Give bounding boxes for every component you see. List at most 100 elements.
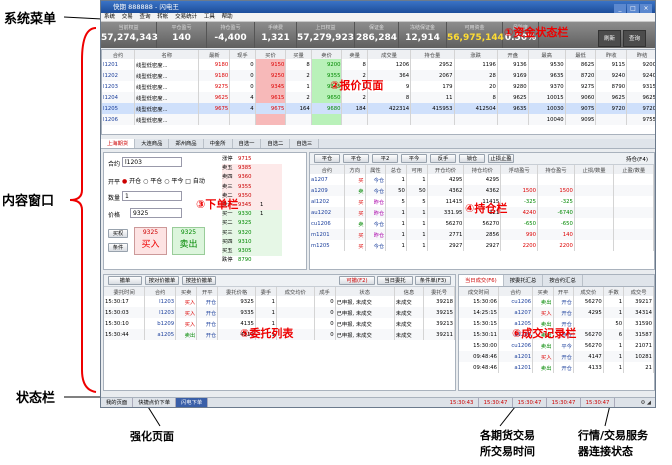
position-action-button[interactable]: 反手: [430, 154, 456, 163]
column-header[interactable]: 状态: [335, 287, 395, 296]
column-header[interactable]: 买卖: [532, 287, 554, 296]
column-header[interactable]: 涨跌: [454, 50, 498, 59]
refresh-button[interactable]: 刷新: [598, 30, 621, 47]
quote-row[interactable]: l1206 线型低密度... 10040 9095 9755: [102, 114, 655, 125]
position-action-button[interactable]: 平仓: [314, 154, 340, 163]
position-action-button[interactable]: 平仓: [343, 154, 369, 163]
entrust-action-button[interactable]: 撤单: [108, 276, 142, 285]
open-radio-group[interactable]: ● 开仓 ○ 平仓 ○ 平今 □ 自动: [122, 176, 205, 185]
entrust-row[interactable]: 15:30:17 l1203 买入 开仓 9325 1 0 已申报, 未成交 未成交 39218: [104, 296, 455, 307]
page-tab[interactable]: 快捷点价下单: [133, 398, 176, 407]
ladder-row[interactable]: 涨停 9715: [222, 155, 282, 164]
position-row[interactable]: cu1206 卖今仓 1 1 56270 56270 -650 -650: [310, 218, 654, 229]
open-option[interactable]: 开仓: [129, 178, 141, 185]
position-action-button[interactable]: 平2: [372, 154, 398, 163]
column-header[interactable]: 委托号: [423, 287, 455, 296]
column-header[interactable]: 手数: [603, 287, 625, 296]
deal-tab[interactable]: 按合约汇总: [543, 275, 583, 286]
position-row[interactable]: m1201 买昨仓 1 1 2771 2856 990 140: [310, 229, 654, 240]
ladder-row[interactable]: 买三 9320: [222, 228, 282, 238]
column-header[interactable]: 委托价格: [217, 287, 256, 296]
close-option[interactable]: 平仓: [150, 178, 162, 185]
column-header[interactable]: 成交号: [623, 287, 654, 296]
column-header[interactable]: 成手: [314, 287, 336, 296]
menu-system[interactable]: 系统: [104, 14, 115, 20]
menu-stats[interactable]: 交易统计: [175, 14, 197, 20]
page-tab[interactable]: 闪电下单: [176, 398, 209, 407]
quote-row[interactable]: l1201 线型低密度... 9180 0 9150 8 9200 8 1206 2952 1196…: [102, 59, 655, 70]
entrust-tab[interactable]: 当日委托: [377, 276, 413, 285]
quote-row[interactable]: l1205 线型低密度... 9675 4 9675 164 9680 184 422314 41…: [102, 103, 655, 114]
entrust-row[interactable]: 15:30:03 l1203 买入 开仓 9335 1 0 已申报, 未成交 未成交 39215: [104, 307, 455, 318]
buy-button[interactable]: 9325 买入: [134, 227, 167, 255]
buy-right-button[interactable]: 买权: [108, 229, 128, 238]
ladder-row[interactable]: 买四 9310: [222, 237, 282, 247]
entrust-action-button[interactable]: 按对价撤单: [145, 276, 179, 285]
column-header[interactable]: 信息: [394, 287, 425, 296]
column-header[interactable]: 最新: [198, 50, 231, 59]
quote-tab[interactable]: 郑州商品: [169, 139, 204, 148]
entrust-tab[interactable]: 可撤(F2): [339, 276, 375, 285]
column-header[interactable]: 最低: [565, 50, 597, 59]
position-row[interactable]: a1209 卖今仓 50 50 4362 4362 1500 1500: [310, 185, 654, 196]
close-today-option[interactable]: 平今: [171, 178, 183, 185]
position-row[interactable]: m1205 买今仓 1 1 2927 2927 2200 2200: [310, 240, 654, 251]
position-action-button[interactable]: 止损止盈: [488, 154, 514, 163]
column-header[interactable]: 成交价: [573, 287, 604, 296]
position-action-button[interactable]: 平今: [401, 154, 427, 163]
quote-tab[interactable]: 自选二: [261, 139, 291, 148]
menu-help[interactable]: 帮助: [222, 14, 233, 20]
column-header[interactable]: 成交量: [367, 50, 412, 59]
query-button[interactable]: 查询: [623, 30, 646, 47]
column-header[interactable]: 合约: [102, 50, 136, 59]
quote-tab[interactable]: 大连商品: [135, 139, 170, 148]
column-header[interactable]: 浮动盈亏: [500, 165, 539, 174]
column-header[interactable]: 开盘: [497, 50, 529, 59]
quote-tab[interactable]: 上海期货: [101, 139, 136, 148]
auto-checkbox[interactable]: 自动: [193, 178, 205, 185]
position-action-button[interactable]: 锁仓: [459, 154, 485, 163]
quote-tab[interactable]: 自选一: [233, 139, 262, 148]
column-header[interactable]: 名称: [134, 50, 200, 59]
condition-button[interactable]: 条件: [108, 243, 128, 252]
quote-tab[interactable]: 中金所: [204, 139, 233, 148]
contract-input[interactable]: l1203: [122, 157, 182, 167]
column-header[interactable]: 持仓均价: [463, 165, 502, 174]
deal-row[interactable]: 15:30:06 cu1206 卖出 开仓 56270 1 39217: [459, 296, 654, 307]
column-header[interactable]: 可用: [406, 165, 428, 174]
quote-tab[interactable]: 自选三: [290, 139, 320, 148]
ladder-row[interactable]: 跌停 8790: [222, 256, 282, 265]
column-header[interactable]: 委手: [255, 287, 277, 296]
maximize-button[interactable]: □: [627, 4, 639, 13]
ladder-row[interactable]: 买二 9325: [222, 219, 282, 229]
column-header[interactable]: 止盈/数量: [613, 165, 654, 174]
entrust-action-button[interactable]: 按挂价撤单: [182, 276, 216, 285]
price-input[interactable]: 9325: [130, 208, 182, 218]
column-header[interactable]: 成交时间: [459, 287, 499, 296]
column-header[interactable]: 成交均价: [276, 287, 315, 296]
ladder-row[interactable]: 卖三 9355: [222, 182, 282, 192]
column-header[interactable]: 开平: [553, 287, 574, 296]
column-header[interactable]: 持仓盈亏: [537, 165, 575, 174]
column-header[interactable]: 合约: [498, 287, 534, 296]
menu-tools[interactable]: 工具: [204, 14, 215, 20]
deal-tab[interactable]: 按委托汇总: [504, 275, 544, 286]
column-header[interactable]: 总仓: [385, 165, 407, 174]
quote-row[interactable]: l1204 线型低密度... 9625 4 9615 2 9650 2 8 11 8 9625 1001…: [102, 92, 655, 103]
column-header[interactable]: 属性: [365, 165, 387, 174]
column-header[interactable]: 开平: [196, 287, 219, 296]
ladder-row[interactable]: 卖四 9360: [222, 173, 282, 183]
ladder-row[interactable]: 买五 9305: [222, 246, 282, 257]
deal-row[interactable]: 09:48:46 a1201 买入 开仓 4147 1 10281: [459, 351, 654, 362]
ladder-row[interactable]: 卖五 9385: [222, 164, 282, 174]
position-row[interactable]: a1207 买今仓 1 1 4295 4295: [310, 174, 654, 185]
column-header[interactable]: 最高: [528, 50, 566, 59]
column-header[interactable]: 方向: [344, 165, 366, 174]
column-header[interactable]: 委托时间: [104, 287, 146, 296]
menu-query[interactable]: 查询: [140, 14, 151, 20]
column-header[interactable]: 昨收: [595, 50, 628, 59]
page-tab[interactable]: 我的页面: [101, 398, 134, 407]
column-header[interactable]: 现手: [229, 50, 256, 59]
deal-tab[interactable]: 当日成交(F6): [459, 275, 504, 286]
column-header[interactable]: 开仓均价: [427, 165, 465, 174]
